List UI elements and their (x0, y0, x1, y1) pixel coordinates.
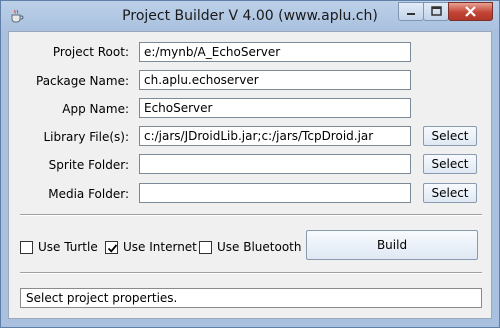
sprite-select-button[interactable]: Select (423, 154, 477, 174)
checkmark-icon (107, 243, 118, 253)
title-bar[interactable]: Project Builder V 4.00 (www.aplu.ch) (1, 1, 499, 31)
use-bluetooth-checkbox[interactable]: Use Bluetooth (199, 240, 302, 254)
status-bar: Select project properties. (20, 288, 482, 308)
app-window: Project Builder V 4.00 (www.aplu.ch) Pro… (0, 0, 500, 328)
library-files-label: Library File(s): (43, 130, 129, 144)
main-panel: Project Root: Package Name: App Name: Li… (8, 31, 492, 319)
window-controls (398, 2, 493, 22)
library-select-button[interactable]: Select (423, 126, 477, 146)
package-name-field[interactable] (139, 70, 411, 90)
separator (20, 272, 482, 274)
library-files-field[interactable] (139, 126, 411, 146)
media-folder-field[interactable] (139, 183, 411, 203)
minimize-icon[interactable] (398, 2, 424, 21)
use-internet-box[interactable] (105, 240, 118, 254)
use-turtle-label: Use Turtle (38, 240, 98, 254)
media-folder-label: Media Folder: (48, 187, 129, 201)
app-name-label: App Name: (62, 102, 129, 116)
use-bluetooth-box[interactable] (199, 240, 212, 254)
use-internet-label: Use Internet (123, 240, 197, 254)
separator (20, 214, 482, 216)
close-icon[interactable] (448, 2, 493, 21)
build-button[interactable]: Build (306, 230, 478, 260)
project-root-field[interactable] (139, 42, 411, 62)
sprite-folder-label: Sprite Folder: (48, 158, 129, 172)
app-name-field[interactable] (139, 98, 411, 118)
use-internet-checkbox[interactable]: Use Internet (105, 240, 197, 254)
use-turtle-box[interactable] (20, 240, 33, 254)
project-root-label: Project Root: (52, 45, 129, 59)
use-bluetooth-label: Use Bluetooth (217, 240, 302, 254)
media-select-button[interactable]: Select (423, 183, 477, 203)
sprite-folder-field[interactable] (139, 154, 411, 174)
maximize-icon[interactable] (423, 2, 449, 21)
use-turtle-checkbox[interactable]: Use Turtle (20, 240, 98, 254)
package-name-label: Package Name: (36, 74, 129, 88)
